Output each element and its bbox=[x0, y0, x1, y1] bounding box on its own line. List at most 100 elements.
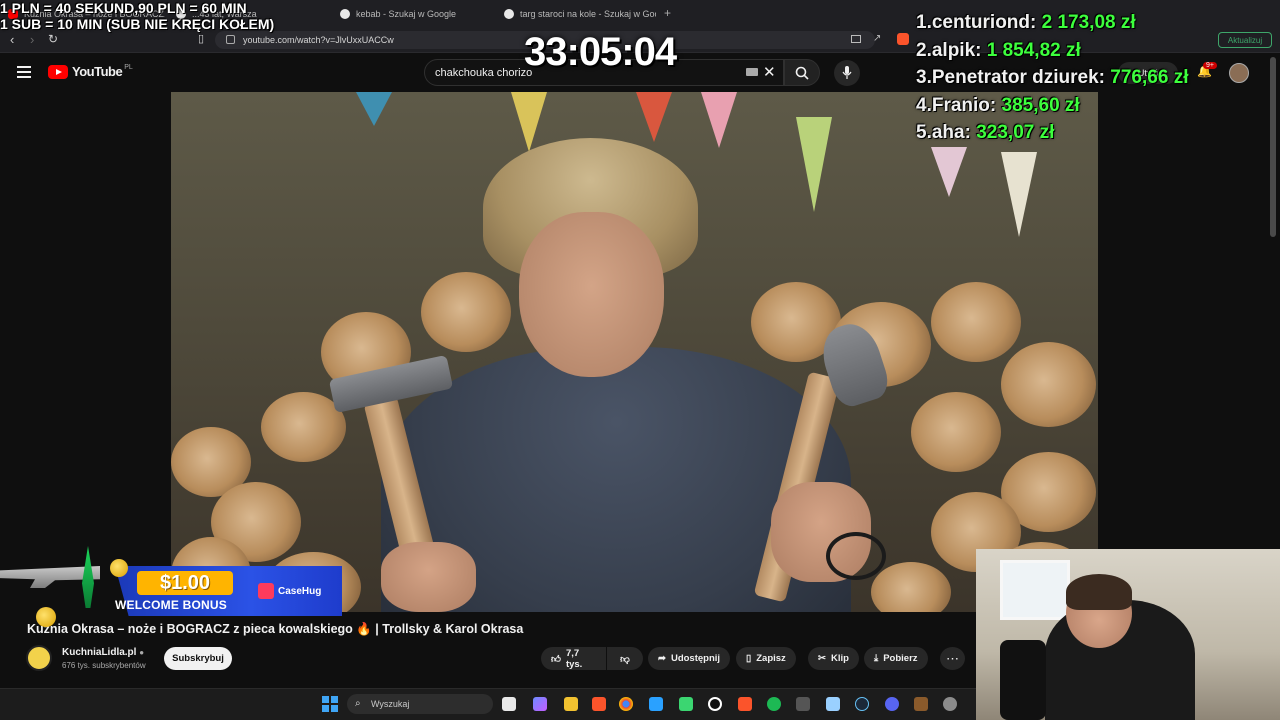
store-icon[interactable] bbox=[649, 697, 663, 711]
steam-icon[interactable] bbox=[855, 697, 869, 711]
subscribe-button[interactable]: Subskrybuj bbox=[164, 647, 232, 670]
dislike-button[interactable]: 👎︎ bbox=[607, 647, 643, 670]
google-favicon-icon bbox=[504, 9, 514, 19]
tab-google-kebab[interactable]: kebab - Szukaj w Google bbox=[332, 4, 492, 24]
bunting-flag bbox=[796, 117, 832, 212]
back-icon[interactable]: ‹ bbox=[10, 32, 14, 47]
leaderboard-row: 1.centuriond: 2 173,08 zł bbox=[916, 12, 1136, 33]
scissors-icon: ✂ bbox=[818, 653, 826, 664]
menu-icon[interactable] bbox=[17, 66, 31, 78]
file-explorer-icon[interactable] bbox=[564, 697, 578, 711]
clear-search-icon[interactable]: ✕ bbox=[763, 63, 776, 81]
share-icon[interactable]: ↗ bbox=[873, 33, 881, 44]
notepad-icon[interactable] bbox=[826, 697, 840, 711]
firewood-log bbox=[421, 272, 511, 352]
chrome-icon[interactable] bbox=[619, 697, 633, 711]
download-icon: ⤓ bbox=[874, 653, 879, 664]
taskbar-search[interactable]: Wyszukaj bbox=[347, 694, 493, 714]
keyboard-icon[interactable] bbox=[746, 68, 758, 76]
brave-beta-icon[interactable] bbox=[738, 697, 752, 711]
tab-google-targ[interactable]: targ staroci na kole - Szukaj w Google bbox=[496, 4, 656, 24]
bunting-flag bbox=[701, 92, 737, 148]
game-icon[interactable] bbox=[914, 697, 928, 711]
bracelet bbox=[826, 532, 886, 580]
coin-icon bbox=[36, 607, 56, 627]
bookmark-icon[interactable]: ▯ bbox=[198, 32, 204, 45]
account-avatar[interactable] bbox=[1229, 63, 1249, 83]
leaderboard-row: 4.Franio: 385,60 zł bbox=[916, 94, 1080, 116]
webcam-person-hair bbox=[1066, 574, 1132, 610]
like-button[interactable]: 👍︎ 7,7 tys. bbox=[541, 647, 606, 670]
stream-rule-line: 1 SUB = 10 MIN (SUB NIE KRĘCI KOŁEM) bbox=[0, 16, 275, 32]
site-info-icon[interactable] bbox=[226, 35, 235, 44]
promo-brand: CaseHug bbox=[258, 583, 321, 599]
windows-start-icon[interactable] bbox=[322, 696, 338, 712]
leaderboard-row: 5.aha: 323,07 zł bbox=[916, 122, 1055, 143]
firewood-log bbox=[1001, 342, 1096, 427]
verified-icon: ● bbox=[139, 648, 145, 657]
video-player[interactable] bbox=[171, 92, 1098, 612]
forward-icon[interactable]: › bbox=[30, 32, 34, 47]
bunting-flag bbox=[636, 92, 672, 142]
casehug-logo-icon bbox=[258, 583, 274, 599]
knife-icon bbox=[82, 546, 94, 608]
settings-gear-icon[interactable] bbox=[943, 697, 957, 711]
thumbs-up-icon: 👍︎ bbox=[551, 653, 561, 665]
notification-badge: 9+ bbox=[1203, 62, 1217, 69]
promo-subtitle: WELCOME BONUS bbox=[115, 598, 227, 612]
discord-icon[interactable] bbox=[885, 697, 899, 711]
task-view-icon[interactable] bbox=[502, 697, 516, 711]
youtube-play-icon bbox=[48, 64, 68, 79]
leaderboard-row: 3.Penetrator dziurek: 776,66 zł bbox=[916, 67, 1189, 88]
download-button[interactable]: ⤓ Pobierz bbox=[864, 647, 928, 670]
more-actions-icon[interactable]: ⋯ bbox=[940, 647, 965, 670]
save-button[interactable]: ▯ Zapisz bbox=[736, 647, 796, 670]
search-icon: ⌕ bbox=[355, 698, 361, 709]
microphone-icon bbox=[842, 66, 852, 79]
search-icon bbox=[795, 66, 809, 80]
clip-button[interactable]: ✂ Klip bbox=[808, 647, 859, 670]
new-tab-button[interactable]: + bbox=[664, 6, 671, 20]
leaderboard-row: 2.alpik: 1 854,82 zł bbox=[916, 39, 1081, 61]
obs-icon[interactable] bbox=[708, 697, 722, 711]
voice-search-button[interactable] bbox=[834, 60, 860, 86]
bunting-flag bbox=[931, 147, 967, 197]
page-scrollbar[interactable] bbox=[1270, 57, 1276, 237]
coin-icon bbox=[110, 559, 128, 577]
left-hand bbox=[381, 542, 476, 612]
stream-rule-line: 1 PLN = 40 SEKUND,90 PLN = 60 MIN bbox=[0, 0, 247, 16]
app-icon[interactable] bbox=[679, 697, 693, 711]
thumbs-down-icon: 👎︎ bbox=[620, 653, 630, 665]
reload-icon[interactable]: ↻ bbox=[48, 32, 58, 46]
bunting-flag bbox=[356, 92, 392, 126]
search-button[interactable] bbox=[784, 59, 820, 86]
youtube-logo[interactable]: YouTube PL bbox=[48, 64, 133, 79]
promo-amount: $1.00 bbox=[137, 571, 233, 595]
spotify-icon[interactable] bbox=[767, 697, 781, 711]
copilot-icon[interactable] bbox=[533, 697, 547, 711]
webcam-background-window bbox=[1000, 560, 1070, 620]
update-button[interactable]: Aktualizuj bbox=[1218, 32, 1272, 48]
stream-rules-overlay: 1 PLN = 40 SEKUND,90 PLN = 60 MIN 1 SUB … bbox=[0, 0, 274, 32]
firewood-log bbox=[871, 562, 951, 612]
channel-name[interactable]: KuchniaLidla.pl ● bbox=[62, 647, 144, 658]
bunting-flag bbox=[511, 92, 547, 152]
donation-leaderboard: 1.centuriond: 2 173,08 zł 2.alpik: 1 854… bbox=[916, 9, 1188, 147]
share-button[interactable]: ➦ Udostępnij bbox=[648, 647, 731, 670]
brave-icon[interactable] bbox=[592, 697, 606, 711]
firewood-log bbox=[911, 392, 1001, 472]
bunting-flag bbox=[1001, 152, 1037, 237]
webcam-microphone bbox=[1000, 640, 1046, 720]
brave-shield-icon[interactable] bbox=[897, 33, 909, 45]
firewood-log bbox=[931, 282, 1021, 362]
subathon-timer: 33:05:04 bbox=[524, 30, 677, 74]
cast-icon[interactable] bbox=[851, 35, 861, 43]
google-favicon-icon bbox=[340, 9, 350, 19]
subscriber-count: 676 tys. subskrybentów bbox=[62, 661, 146, 670]
video-title: Kuźnia Okrasa – noże i BOGRACZ z pieca k… bbox=[27, 622, 524, 636]
share-arrow-icon: ➦ bbox=[658, 653, 666, 664]
person-face bbox=[519, 212, 664, 377]
bookmark-icon: ▯ bbox=[746, 653, 752, 664]
channel-avatar[interactable] bbox=[26, 645, 52, 671]
app-icon[interactable] bbox=[796, 697, 810, 711]
